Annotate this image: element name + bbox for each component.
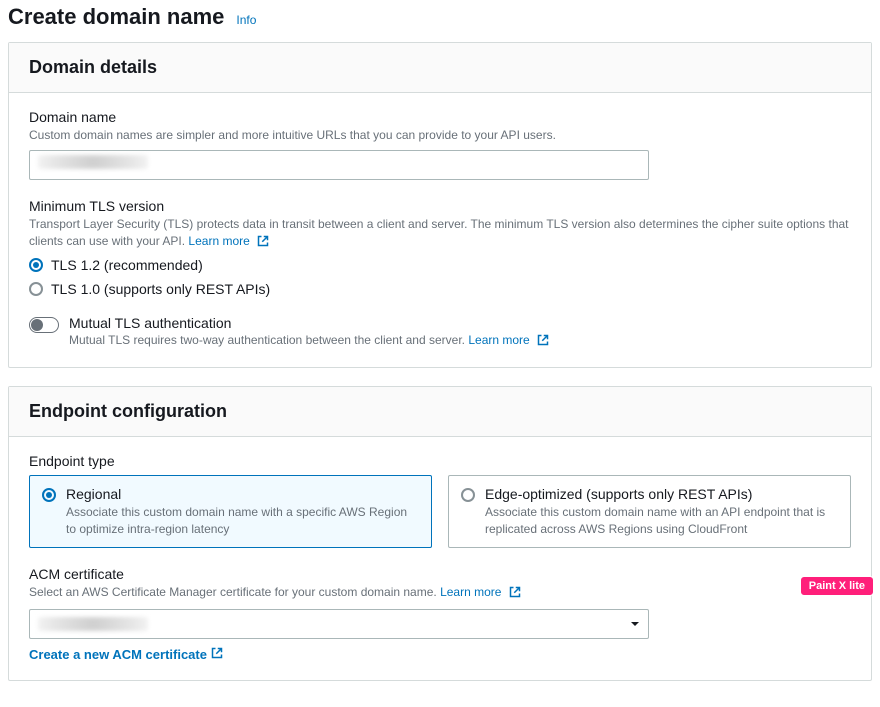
page-header: Create domain name Info <box>8 4 872 30</box>
panel-body-domain-details: Domain name Custom domain names are simp… <box>9 93 871 367</box>
redacted-value <box>38 155 148 169</box>
field-domain-name: Domain name Custom domain names are simp… <box>29 109 851 180</box>
learn-more-mutual-tls[interactable]: Learn more <box>468 333 549 347</box>
tiles-endpoint-type: Regional Associate this custom domain na… <box>29 475 851 547</box>
panel-header-domain-details: Domain details <box>9 43 871 93</box>
field-endpoint-type: Endpoint type Regional Associate this cu… <box>29 453 851 547</box>
radio-icon <box>461 488 475 502</box>
desc-min-tls-text: Transport Layer Security (TLS) protects … <box>29 217 849 248</box>
external-link-icon <box>537 334 549 349</box>
label-mutual-tls: Mutual TLS authentication <box>69 315 549 331</box>
radio-tls-10[interactable]: TLS 1.0 (supports only REST APIs) <box>29 281 851 297</box>
tile-title: Edge-optimized (supports only REST APIs) <box>485 486 838 502</box>
external-link-icon <box>211 647 223 662</box>
label-endpoint-type: Endpoint type <box>29 453 851 469</box>
learn-more-acm[interactable]: Learn more <box>440 585 521 599</box>
desc-domain-name: Custom domain names are simpler and more… <box>29 127 851 144</box>
radio-tls-12[interactable]: TLS 1.2 (recommended) <box>29 257 851 273</box>
toggle-mutual-tls[interactable] <box>29 317 59 333</box>
tile-desc: Associate this custom domain name with a… <box>485 504 838 536</box>
desc-mutual-tls: Mutual TLS requires two-way authenticati… <box>69 333 549 349</box>
radio-label: TLS 1.0 (supports only REST APIs) <box>51 281 270 297</box>
label-acm: ACM certificate <box>29 566 851 582</box>
page-title: Create domain name <box>8 4 224 30</box>
create-acm-link[interactable]: Create a new ACM certificate <box>29 647 223 662</box>
panel-endpoint-config: Endpoint configuration Endpoint type Reg… <box>8 386 872 680</box>
radio-icon <box>29 258 43 272</box>
watermark-badge: Paint X lite <box>800 576 874 596</box>
panel-domain-details: Domain details Domain name Custom domain… <box>8 42 872 368</box>
info-link[interactable]: Info <box>236 13 256 27</box>
radio-group-tls: TLS 1.2 (recommended) TLS 1.0 (supports … <box>29 257 851 297</box>
field-mutual-tls: Mutual TLS authentication Mutual TLS req… <box>29 315 851 349</box>
radio-label: TLS 1.2 (recommended) <box>51 257 203 273</box>
tile-desc: Associate this custom domain name with a… <box>66 504 419 536</box>
panel-header-endpoint: Endpoint configuration <box>9 387 871 437</box>
field-min-tls: Minimum TLS version Transport Layer Secu… <box>29 198 851 298</box>
panel-title-endpoint: Endpoint configuration <box>29 401 851 422</box>
domain-name-input[interactable] <box>29 150 649 180</box>
field-acm-certificate: ACM certificate Select an AWS Certificat… <box>29 566 851 662</box>
chevron-down-icon <box>630 616 640 632</box>
tile-edge-optimized[interactable]: Edge-optimized (supports only REST APIs)… <box>448 475 851 547</box>
desc-acm: Select an AWS Certificate Manager certif… <box>29 584 851 603</box>
label-min-tls: Minimum TLS version <box>29 198 851 214</box>
label-domain-name: Domain name <box>29 109 851 125</box>
external-link-icon <box>257 235 269 252</box>
panel-title-domain-details: Domain details <box>29 57 851 78</box>
panel-body-endpoint: Endpoint type Regional Associate this cu… <box>9 437 871 679</box>
tile-regional[interactable]: Regional Associate this custom domain na… <box>29 475 432 547</box>
acm-certificate-select[interactable] <box>29 609 649 639</box>
desc-min-tls: Transport Layer Security (TLS) protects … <box>29 216 851 252</box>
radio-icon <box>42 488 56 502</box>
tile-title: Regional <box>66 486 419 502</box>
redacted-value <box>38 617 148 631</box>
learn-more-tls[interactable]: Learn more <box>188 234 269 248</box>
radio-icon <box>29 282 43 296</box>
external-link-icon <box>509 586 521 603</box>
